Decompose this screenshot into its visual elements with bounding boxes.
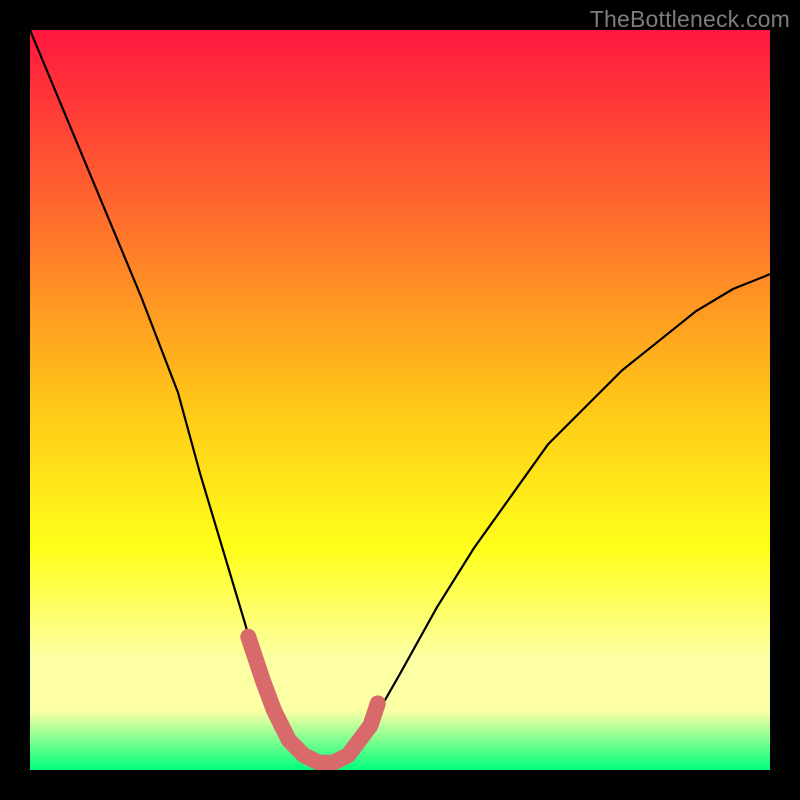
chart-svg [30,30,770,770]
chart-frame: TheBottleneck.com [0,0,800,800]
gradient-background [30,30,770,770]
watermark-text: TheBottleneck.com [590,6,790,33]
plot-area [30,30,770,770]
